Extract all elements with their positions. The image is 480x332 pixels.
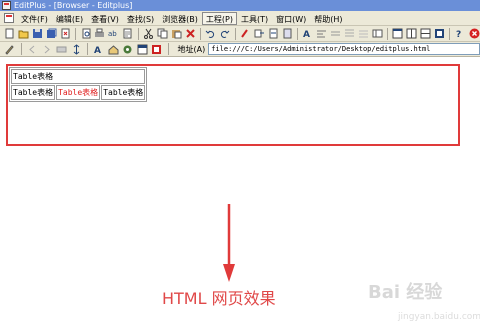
back-icon[interactable] [27,43,39,55]
toolbar-separator [449,27,451,40]
address-input[interactable]: file:///C:/Users/Administrator/Desktop/e… [208,43,480,55]
toolbar-separator [296,27,298,40]
column-icon[interactable] [371,28,383,40]
menu-file[interactable]: 文件(F) [17,12,52,25]
new-file-icon[interactable] [4,28,16,40]
address-label: 地址(A) [177,44,206,54]
delete-icon[interactable] [184,28,196,40]
svg-text:ab: ab [108,30,117,38]
toolbar-separator [199,27,201,40]
menu-tools[interactable]: 工具(T) [237,12,272,25]
editplus-app-icon [2,1,11,10]
forward-icon[interactable] [41,43,53,55]
font-size-icon[interactable]: A [93,43,105,55]
menu-project[interactable]: 工程(P) [201,11,237,25]
fullscreen-icon[interactable] [434,28,446,40]
svg-text:A: A [94,46,101,55]
pencil-icon[interactable] [4,43,16,55]
window-icon[interactable] [392,28,404,40]
menu-browser[interactable]: 浏览器(B) [158,12,202,25]
svg-text:A: A [303,30,310,39]
watermark-logo: Bai 经验 [368,282,443,303]
toolbar-separator [167,43,169,55]
save-icon[interactable] [32,28,44,40]
menu-edit[interactable]: 编辑(E) [52,12,87,25]
cut-icon[interactable] [143,28,155,40]
toolbar-separator [234,27,236,40]
down-arrow-icon [223,204,235,282]
print-preview-icon[interactable] [80,28,92,40]
watermark-url: jingyan.baidu.com [398,312,480,322]
toolbar-separator [20,43,22,55]
tile-icon[interactable] [406,28,418,40]
close-file-icon[interactable] [59,28,71,40]
copy-icon[interactable] [156,28,168,40]
find-next-icon[interactable] [267,28,279,40]
whitespace-icon[interactable] [357,28,369,40]
title-bar: EditPlus - [Browser - Editplus] [0,0,480,11]
menu-bar: 文件(F) 编辑(E) 查看(V) 查找(S) 浏览器(B) 工程(P) 工具(… [0,11,480,26]
find-icon[interactable] [240,28,252,40]
home-icon[interactable] [107,43,119,55]
cascade-icon[interactable] [420,28,432,40]
menu-help[interactable]: 帮助(H) [310,12,346,25]
browser-settings-icon[interactable] [122,43,134,55]
refresh-icon[interactable] [70,43,82,55]
line-number-icon[interactable] [343,28,355,40]
toolbar-separator [137,27,139,40]
font-icon[interactable]: A [302,28,314,40]
view-source-icon[interactable] [136,43,148,55]
save-all-icon[interactable] [46,28,58,40]
window-title: EditPlus - [Browser - Editplus] [14,1,133,10]
properties-icon[interactable] [122,28,134,40]
open-folder-icon[interactable] [18,28,30,40]
svg-text:?: ? [456,30,461,39]
goto-icon[interactable] [281,28,293,40]
highlight-box [6,64,460,146]
menu-window[interactable]: 窗口(W) [272,12,310,25]
menu-search[interactable]: 查找(S) [123,12,158,25]
stop-icon[interactable] [468,28,480,40]
redo-icon[interactable] [219,28,231,40]
ruler-icon[interactable] [330,28,342,40]
paste-icon[interactable] [170,28,182,40]
help-icon[interactable]: ? [454,28,466,40]
spellcheck-icon[interactable]: ab [108,28,120,40]
stop-load-icon[interactable] [56,43,68,55]
toolbar-separator [86,43,88,55]
word-wrap-icon[interactable] [316,28,328,40]
main-toolbar: ab A ? [0,26,480,42]
menu-view[interactable]: 查看(V) [87,12,123,25]
toolbar-separator [75,27,77,40]
replace-icon[interactable] [253,28,265,40]
document-icon[interactable] [4,13,14,23]
print-icon[interactable] [94,28,106,40]
annotation-caption: HTML 网页效果 [162,289,276,308]
bookmark-icon[interactable] [151,43,163,55]
toolbar-separator [387,27,388,40]
undo-icon[interactable] [205,28,217,40]
browser-toolbar: A 地址(A) file:///C:/Users/Administrator/D… [0,42,480,57]
